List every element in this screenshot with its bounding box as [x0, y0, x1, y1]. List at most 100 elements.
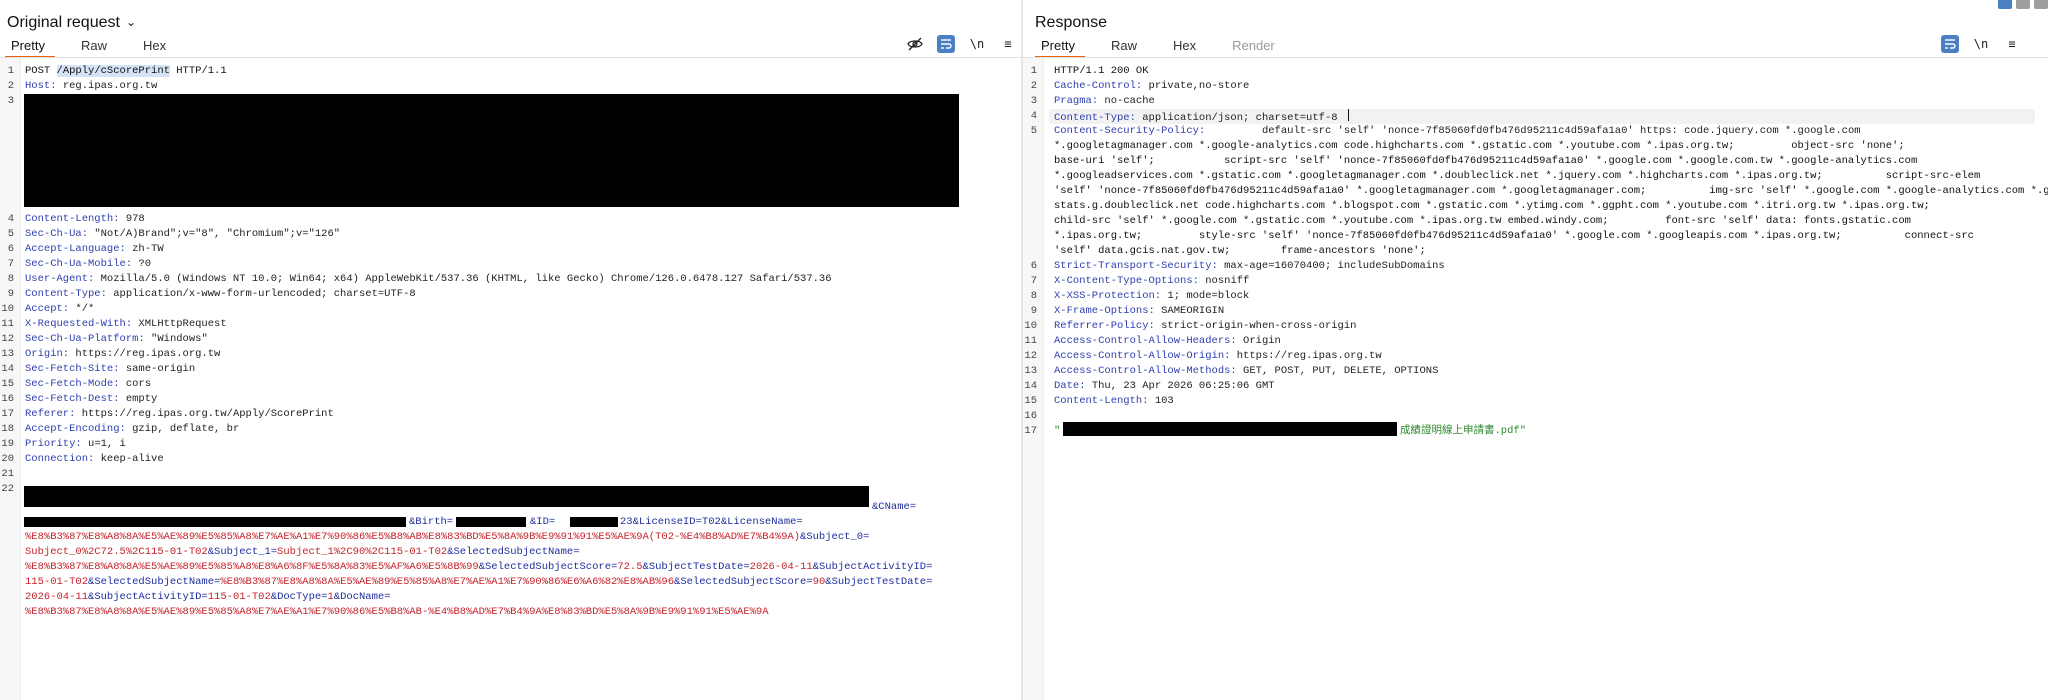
body-line: &ID=: [530, 516, 556, 528]
line-number: 16: [1, 393, 14, 405]
header-continuation: 'self' data.gcis.nat.gov.tw; frame-ances…: [1054, 245, 1426, 257]
header-line: Cache-Control: private,no-store: [1054, 80, 1250, 92]
response-tabs: Pretty Raw Hex Render: [1035, 38, 1305, 58]
line-number: 8: [7, 273, 14, 285]
eye-off-icon[interactable]: [906, 35, 924, 53]
line-number: 16: [1024, 410, 1037, 422]
wrap-icon[interactable]: [1941, 35, 1959, 53]
header-continuation: base-uri 'self'; script-src 'self' 'nonc…: [1054, 155, 1918, 167]
line-number: 8: [1030, 290, 1037, 302]
header-line: Pragma: no-cache: [1054, 95, 1155, 107]
header-continuation: *.googletagmanager.com *.google-analytic…: [1054, 140, 1905, 152]
line-number: 15: [1, 378, 14, 390]
line-number: 19: [1, 438, 14, 450]
line-number: 1: [1030, 65, 1037, 77]
response-pane: Response Pretty Raw Hex Render \n ≡ 1 HT…: [1023, 0, 2048, 700]
body-line: %E8%B3%87%E8%A8%8A%E5%AE%89%E5%85%A8%E8%…: [25, 561, 933, 573]
json-string-open: ": [1054, 425, 1061, 437]
layout-tabs-icon[interactable]: [2034, 0, 2048, 9]
tab-hex[interactable]: Hex: [1167, 38, 1206, 58]
chevron-down-icon[interactable]: ⌄: [126, 15, 136, 29]
line-number: 14: [1, 363, 14, 375]
line-number: 4: [1030, 110, 1037, 122]
header-line: Access-Control-Allow-Headers: Origin: [1054, 335, 1281, 347]
header-line: Accept-Encoding: gzip, deflate, br: [25, 423, 240, 435]
line-number: 3: [7, 95, 14, 107]
request-toolbar: \n ≡: [906, 35, 1021, 53]
tab-raw[interactable]: Raw: [1105, 38, 1147, 58]
header-line: User-Agent: Mozilla/5.0 (Windows NT 10.0…: [25, 273, 832, 285]
header-line: Sec-Ch-Ua: "Not/A)Brand";v="8", "Chromiu…: [25, 228, 341, 240]
tab-hex[interactable]: Hex: [137, 38, 176, 58]
line-number: 17: [1024, 425, 1037, 437]
header-line: Sec-Ch-Ua-Mobile: ?0: [25, 258, 152, 270]
line-number: 17: [1, 408, 14, 420]
header-line: Sec-Ch-Ua-Platform: "Windows": [25, 333, 208, 345]
header-line: Host: reg.ipas.org.tw: [25, 80, 158, 92]
line-number: 12: [1024, 350, 1037, 362]
line-number: 7: [7, 258, 14, 270]
newline-toggle[interactable]: \n: [1972, 35, 1990, 53]
line-number: 20: [1, 453, 14, 465]
header-continuation: child-src 'self' *.google.com *.gstatic.…: [1054, 215, 1911, 227]
header-line: X-XSS-Protection: 1; mode=block: [1054, 290, 1250, 302]
wrap-icon[interactable]: [937, 35, 955, 53]
header-line: Content-Type: application/x-www-form-url…: [25, 288, 416, 300]
body-line: %E8%B3%87%E8%A8%8A%E5%AE%89%E5%85%A8%E7%…: [25, 531, 870, 543]
tab-raw[interactable]: Raw: [75, 38, 117, 58]
redacted-block: [570, 517, 618, 527]
layout-side-by-side-icon[interactable]: [1998, 0, 2012, 9]
request-title[interactable]: Original request ⌄: [7, 14, 136, 32]
line-number: 10: [1024, 320, 1037, 332]
response-toolbar: \n ≡: [1941, 35, 2034, 53]
response-title: Response: [1035, 14, 1108, 31]
line-number: 15: [1024, 395, 1037, 407]
menu-icon[interactable]: ≡: [999, 35, 1017, 53]
line-number: 7: [1030, 275, 1037, 287]
header-line: Access-Control-Allow-Origin: https://reg…: [1054, 350, 1382, 362]
header-line: Accept-Language: zh-TW: [25, 243, 164, 255]
header-line: Sec-Fetch-Site: same-origin: [25, 363, 196, 375]
tab-pretty[interactable]: Pretty: [1035, 38, 1085, 58]
header-continuation: *.googleadservices.com *.gstatic.com *.g…: [1054, 170, 1981, 182]
redacted-block: [456, 517, 526, 527]
menu-icon[interactable]: ≡: [2003, 35, 2021, 53]
request-title-text: Original request: [7, 14, 120, 31]
status-line: HTTP/1.1 200 OK: [1054, 65, 1149, 77]
body-line: 115-01-T02&SelectedSubjectName=%E8%B3%87…: [25, 576, 933, 588]
layout-top-bottom-icon[interactable]: [2016, 0, 2030, 9]
header-line: Sec-Fetch-Mode: cors: [25, 378, 152, 390]
header-line: Accept: */*: [25, 303, 95, 315]
line-number: 9: [1030, 305, 1037, 317]
redacted-block: [1063, 422, 1397, 436]
body-param: &CName=: [872, 501, 917, 513]
line-number: 13: [1, 348, 14, 360]
header-continuation: 'self' 'nonce-7f85060fd0fb476d95211c4d59…: [1054, 185, 2048, 197]
line-number: 1: [7, 65, 14, 77]
line-number: 5: [7, 228, 14, 240]
header-line: X-Frame-Options: SAMEORIGIN: [1054, 305, 1225, 317]
request-tabs: Pretty Raw Hex: [5, 38, 196, 58]
redacted-block: [24, 486, 869, 507]
line-number: 11: [1, 318, 14, 330]
header-line: Access-Control-Allow-Methods: GET, POST,…: [1054, 365, 1439, 377]
header-line: Origin: https://reg.ipas.org.tw: [25, 348, 221, 360]
header-line: Date: Thu, 23 Apr 2026 06:25:06 GMT: [1054, 380, 1275, 392]
tab-divider: [0, 57, 1021, 58]
newline-toggle[interactable]: \n: [968, 35, 986, 53]
line-number: 3: [1030, 95, 1037, 107]
body-line: Subject_0%2C72.5%2C115-01-T02&Subject_1=…: [25, 546, 580, 558]
header-line: Content-Length: 103: [1054, 395, 1174, 407]
line-number: 18: [1, 423, 14, 435]
header-line: Sec-Fetch-Dest: empty: [25, 393, 158, 405]
line-number: 22: [1, 483, 14, 495]
request-line: POST /Apply/cScorePrint HTTP/1.1: [25, 65, 227, 77]
tab-pretty[interactable]: Pretty: [5, 38, 55, 58]
body-line: 2026-04-11&SubjectActivityID=115-01-T02&…: [25, 591, 391, 603]
header-line: X-Requested-With: XMLHttpRequest: [25, 318, 227, 330]
line-number: 12: [1, 333, 14, 345]
line-number: 11: [1024, 335, 1037, 347]
line-number: 9: [7, 288, 14, 300]
tab-render[interactable]: Render: [1226, 38, 1285, 58]
header-line: X-Content-Type-Options: nosniff: [1054, 275, 1250, 287]
